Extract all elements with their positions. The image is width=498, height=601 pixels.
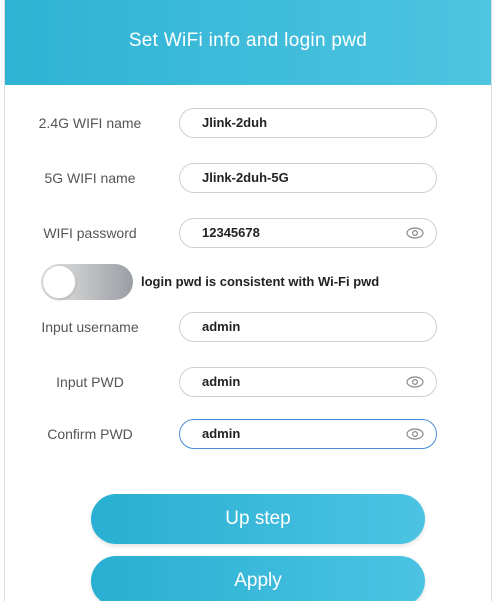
pwd-row: Input PWD admin <box>5 365 491 399</box>
wifi-24g-name-input[interactable]: Jlink-2duh <box>179 108 437 138</box>
login-pwd-consistent-toggle[interactable] <box>41 264 133 300</box>
confirm-pwd-row: Confirm PWD admin <box>5 417 491 451</box>
wifi-5g-label: 5G WIFI name <box>44 170 136 186</box>
pwd-value: admin <box>202 374 241 389</box>
wifi-password-value: 12345678 <box>202 225 260 240</box>
app-frame: Set WiFi info and login pwd 2.4G WIFI na… <box>4 0 492 601</box>
toggle-knob <box>42 265 76 299</box>
login-pwd-toggle-row: login pwd is consistent with Wi-Fi pwd <box>5 264 491 302</box>
confirm-pwd-label: Confirm PWD <box>47 426 133 442</box>
wifi-5g-name-input[interactable]: Jlink-2duh-5G <box>179 163 437 193</box>
pwd-label: Input PWD <box>56 374 124 390</box>
wifi-24g-name-value: Jlink-2duh <box>202 115 268 130</box>
wifi-password-label: WIFI password <box>43 225 137 241</box>
wifi-5g-name-value: Jlink-2duh-5G <box>202 170 289 185</box>
login-pwd-toggle-label: login pwd is consistent with Wi-Fi pwd <box>141 274 380 289</box>
confirm-pwd-value: admin <box>202 426 241 441</box>
wifi-24g-label: 2.4G WIFI name <box>38 115 142 131</box>
header-bar: Set WiFi info and login pwd <box>5 0 491 85</box>
page-title: Set WiFi info and login pwd <box>128 29 368 51</box>
wifi-password-input[interactable]: 12345678 <box>179 218 437 248</box>
apply-button[interactable]: Apply <box>91 556 425 601</box>
username-row: Input username admin <box>5 310 491 344</box>
wifi-5g-row: 5G WIFI name Jlink-2duh-5G <box>5 161 491 195</box>
username-label: Input username <box>41 319 139 335</box>
wifi-password-row: WIFI password 12345678 <box>5 216 491 250</box>
eye-icon[interactable] <box>406 428 424 440</box>
eye-icon[interactable] <box>406 376 424 388</box>
wifi-24g-row: 2.4G WIFI name Jlink-2duh <box>5 106 491 140</box>
up-step-button[interactable]: Up step <box>91 494 425 544</box>
eye-icon[interactable] <box>406 227 424 239</box>
confirm-pwd-input[interactable]: admin <box>179 419 437 449</box>
username-value: admin <box>202 319 241 334</box>
pwd-input[interactable]: admin <box>179 367 437 397</box>
username-input[interactable]: admin <box>179 312 437 342</box>
